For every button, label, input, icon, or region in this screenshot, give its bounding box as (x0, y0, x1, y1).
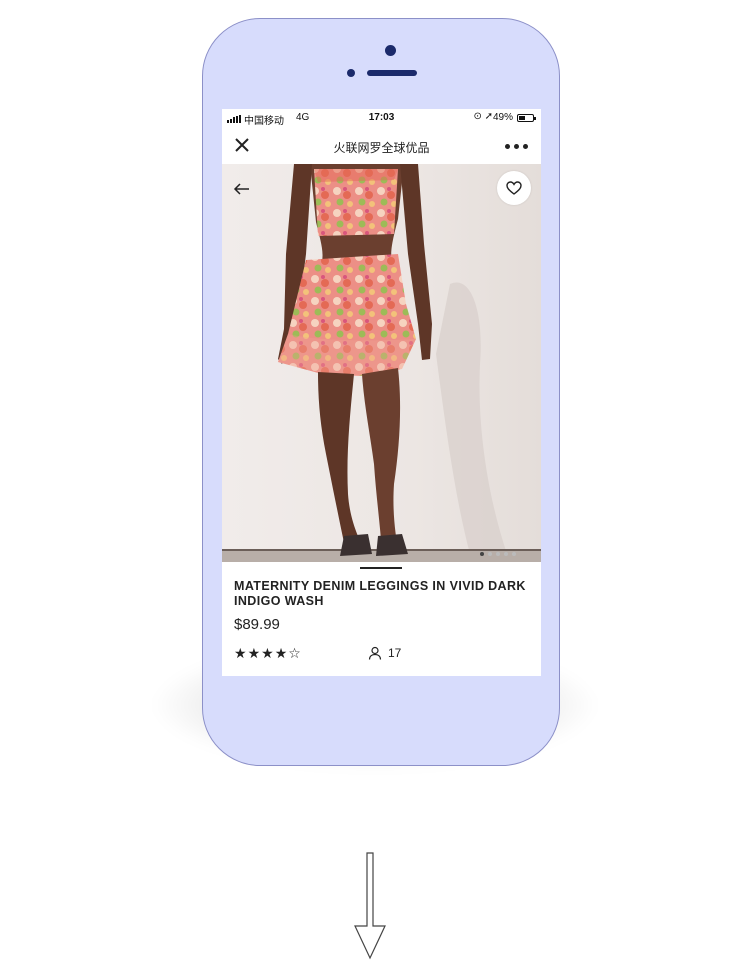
star-filled-icon: ★ (261, 645, 274, 661)
product-title: MATERNITY DENIM LEGGINGS IN VIVID DARK I… (234, 579, 526, 608)
star-filled-icon: ★ (274, 645, 288, 661)
pagination-dot[interactable] (504, 552, 508, 556)
image-pagination-dots (480, 552, 530, 558)
product-photo (222, 164, 541, 562)
phone-screen: 中国移动 4G 17:03 ⊙ ➚ 49% 火联网罗全球优品 MATERNITY… (222, 109, 541, 676)
close-icon[interactable] (233, 136, 251, 154)
front-camera (385, 45, 396, 56)
pagination-dot[interactable] (496, 552, 500, 556)
star-empty-icon: ☆ (288, 645, 301, 661)
page-title: 火联网罗全球优品 (333, 141, 430, 155)
status-bar: 中国移动 4G 17:03 ⊙ ➚ 49% (222, 109, 541, 129)
status-icons: ⊙ ➚ (473, 111, 493, 122)
user-icon (368, 646, 382, 660)
pagination-dot[interactable] (488, 552, 492, 556)
product-price: $89.99 (234, 616, 280, 633)
review-count: 17 (388, 646, 402, 660)
orientation-lock-icon: ⊙ (473, 111, 482, 122)
battery-level (519, 116, 525, 120)
product-image-carousel[interactable] (222, 164, 541, 562)
battery-icon (517, 114, 536, 122)
star-filled-icon: ★ (247, 645, 261, 661)
location-icon: ➚ (484, 111, 493, 122)
star-filled-icon: ★ (234, 645, 247, 661)
nav-bar: 火联网罗全球优品 (222, 129, 541, 164)
earpiece-speaker (367, 70, 417, 76)
sheet-handle[interactable] (360, 567, 402, 569)
down-arrow-icon (354, 852, 386, 960)
pagination-dot[interactable] (512, 552, 516, 556)
favorite-button[interactable] (497, 171, 531, 205)
heart-icon (506, 181, 522, 195)
battery-percent: 49% (492, 112, 513, 123)
proximity-sensor (347, 69, 355, 77)
back-arrow-icon[interactable] (233, 182, 251, 196)
more-icon[interactable] (505, 144, 529, 150)
pagination-dot[interactable] (480, 552, 484, 556)
rating-stars: ★★★★☆ (234, 645, 302, 661)
